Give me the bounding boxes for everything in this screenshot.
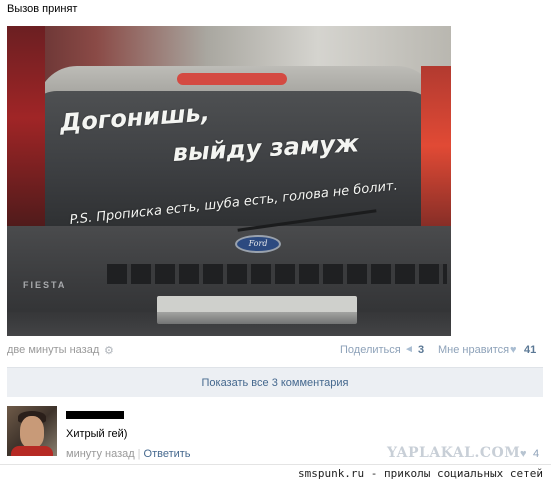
avatar-face [20,416,44,448]
like-button[interactable]: Мне нравится [438,344,509,356]
post-text: Вызов принят [7,3,78,15]
left-taillight-glare [7,26,45,256]
comment-text: Хитрый гей) [66,428,128,440]
reply-link[interactable]: Ответить [144,448,191,460]
post-meta: две минуты назад ⚙ Поделиться ◄ 3 Мне нр… [7,344,541,358]
model-badge: FIESTA [23,280,67,290]
post-time[interactable]: две минуты назад [7,344,99,356]
separator: | [137,448,141,460]
footer: smspunk.ru - приколы социальных сетей [0,464,551,482]
footer-text: smspunk.ru - приколы социальных сетей [297,467,543,480]
share-count: 3 [418,344,425,356]
share-button[interactable]: Поделиться [340,344,401,356]
comment-time[interactable]: минуту назад [66,448,135,460]
watermark: YAPLAKAL.COM [387,445,521,461]
avatar-shirt [11,446,53,456]
comment-like-count: 4 [533,448,540,460]
like-count: 41 [524,344,537,356]
show-all-comments-button[interactable]: Показать все 3 комментария [7,367,543,397]
megaphone-icon[interactable]: ◄ [404,344,414,355]
comment-heart-icon[interactable]: ♥ [520,448,527,460]
post-photo[interactable]: Ford FIESTA Догонишь, выйду замуж P.S. П… [7,26,451,336]
comment-meta: минуту назад | Ответить [66,448,191,460]
gear-icon[interactable]: ⚙ [104,344,114,357]
avatar[interactable] [7,406,57,456]
redacted-author-name [66,411,124,419]
heart-icon[interactable]: ♥ [510,344,517,356]
trunk-trim [107,264,447,284]
foreground-blur [7,312,451,336]
brake-light [177,73,287,85]
ford-logo: Ford [235,235,281,253]
